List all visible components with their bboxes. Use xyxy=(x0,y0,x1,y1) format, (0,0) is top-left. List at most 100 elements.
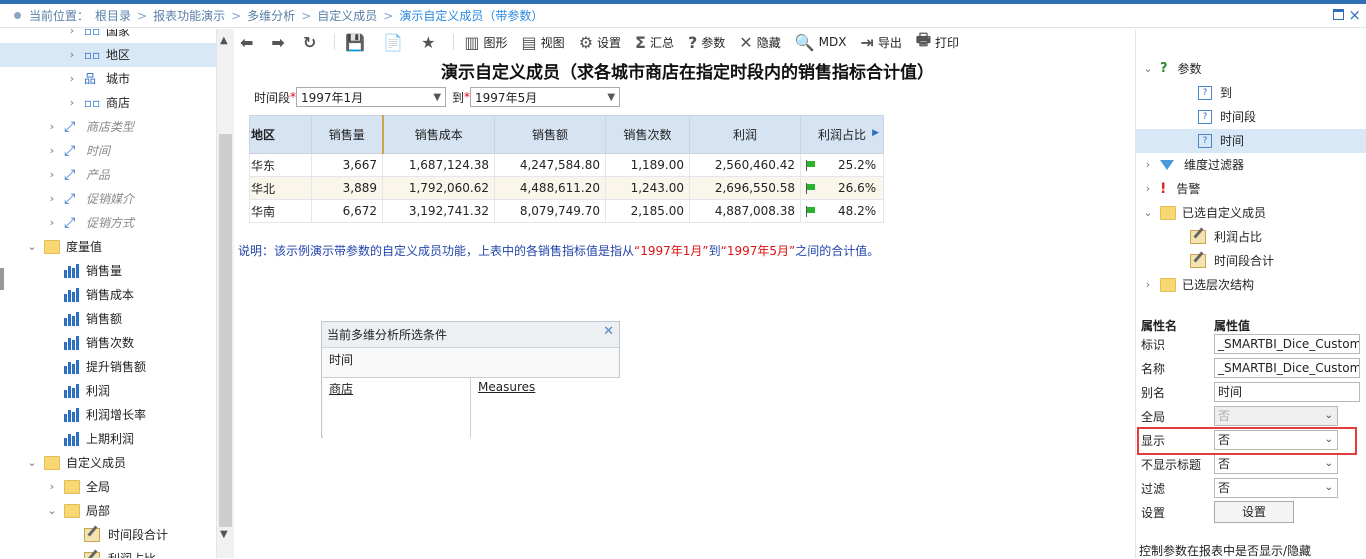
tree-item[interactable]: › ⤢ 商店类型 xyxy=(0,115,216,139)
tree-item[interactable]: 时间段合计 xyxy=(0,523,216,547)
tree-item[interactable]: ⌄ 已选自定义成员 xyxy=(1136,201,1366,225)
tree-item[interactable]: › ⤢ 促销方式 xyxy=(0,211,216,235)
chevron-down-icon[interactable]: ⌄ xyxy=(46,499,58,523)
table-cell-area[interactable]: 华东 xyxy=(249,153,312,177)
tree-item[interactable]: ⌄ 自定义成员 xyxy=(0,451,216,475)
scroll-thumb[interactable] xyxy=(219,134,232,527)
col-header-qty[interactable]: 销售量 xyxy=(311,115,383,154)
toolbar-button[interactable]: ▤ 视图 xyxy=(522,33,565,52)
property-input[interactable]: _SMARTBI_Dice_Custom xyxy=(1214,358,1360,378)
close-icon[interactable]: × xyxy=(1348,6,1361,24)
tree-item[interactable]: 提升销售额 xyxy=(0,355,216,379)
chevron-right-icon[interactable]: › xyxy=(46,187,58,211)
chevron-right-icon[interactable]: › xyxy=(1142,177,1154,201)
tree-item[interactable]: ⌄ 度量值 xyxy=(0,235,216,259)
toolbar-button[interactable]: ⇥ 导出 xyxy=(860,33,901,52)
tree-item[interactable]: 上期利润 xyxy=(0,427,216,451)
tree-item[interactable]: › 全局 xyxy=(0,475,216,499)
table-cell-ratio: 48.2% xyxy=(800,199,884,223)
tree-item[interactable]: › 维度过滤器 xyxy=(1136,153,1366,177)
tree-item[interactable]: › ⤢ 时间 xyxy=(0,139,216,163)
tree-item[interactable]: 销售额 xyxy=(0,307,216,331)
chevron-right-icon[interactable]: › xyxy=(46,163,58,187)
col-header-profit[interactable]: 利润 xyxy=(689,115,801,154)
maximize-icon[interactable] xyxy=(1333,9,1344,20)
breadcrumb-item-custom[interactable]: 自定义成员 xyxy=(317,7,377,24)
property-select[interactable]: 否 ⌄ xyxy=(1214,454,1338,474)
chevron-right-icon[interactable]: › xyxy=(46,115,58,139)
tree-item[interactable]: 利润占比 xyxy=(1136,225,1366,249)
chevron-down-icon[interactable]: ⌄ xyxy=(1142,57,1154,81)
tree-item[interactable]: › ▫▫ 商店 xyxy=(0,91,216,115)
toolbar-button[interactable]: 📄 xyxy=(383,33,407,52)
toolbar-button[interactable]: ★ xyxy=(421,33,439,52)
tree-item[interactable]: ? 时间 xyxy=(1136,129,1366,153)
chevron-right-icon[interactable]: › xyxy=(66,43,78,67)
toolbar-button[interactable]: 💾 xyxy=(345,33,369,52)
tree-item[interactable]: › ⤢ 产品 xyxy=(0,163,216,187)
breadcrumb-item-demo[interactable]: 报表功能演示 xyxy=(153,7,225,24)
conditions-rows-link[interactable]: 商店 xyxy=(329,382,353,396)
tree-item[interactable]: ⌄? 参数 xyxy=(1136,57,1366,81)
tree-item[interactable]: ? 到 xyxy=(1136,81,1366,105)
tree-item[interactable]: ›! 告警 xyxy=(1136,177,1366,201)
chevron-down-icon[interactable]: ⌄ xyxy=(26,235,38,259)
settings-button[interactable]: 设置 xyxy=(1214,501,1294,523)
tree-item[interactable]: 时间段合计 xyxy=(1136,249,1366,273)
chevron-right-icon[interactable]: › xyxy=(46,475,58,499)
tree-item[interactable]: › 品城市 xyxy=(0,67,216,91)
toolbar-button[interactable]: ▥ 图形 xyxy=(464,33,507,52)
toolbar-button[interactable]: ⚙ 设置 xyxy=(579,33,621,52)
property-input[interactable]: 时间 xyxy=(1214,382,1360,402)
tree-item[interactable]: 销售成本 xyxy=(0,283,216,307)
chevron-right-icon[interactable]: › xyxy=(46,211,58,235)
toolbar-button[interactable]: ↻ xyxy=(303,33,320,52)
chevron-down-icon[interactable]: ⌄ xyxy=(1142,201,1154,225)
col-header-cost[interactable]: 销售成本 xyxy=(381,115,495,154)
chevron-right-icon[interactable]: › xyxy=(66,29,78,43)
col-header-sales[interactable]: 销售额 xyxy=(494,115,606,154)
chevron-right-icon[interactable]: › xyxy=(1142,153,1154,177)
breadcrumb-item-root[interactable]: 根目录 xyxy=(95,7,131,24)
conditions-columns-link[interactable]: Measures xyxy=(478,380,535,394)
tree-item[interactable]: › ▫▫ 国家 xyxy=(0,29,216,43)
toolbar-button[interactable]: ✕ 隐藏 xyxy=(739,33,780,52)
property-select[interactable]: 否 ⌄ xyxy=(1214,478,1338,498)
toolbar-button[interactable]: ⬅ xyxy=(240,33,257,52)
tree-item[interactable]: 利润占比 xyxy=(0,547,216,558)
tree-item[interactable]: ⌄ 局部 xyxy=(0,499,216,523)
tree-item[interactable]: ? 时间段 xyxy=(1136,105,1366,129)
toolbar-button[interactable]: 🔍 MDX xyxy=(795,33,847,52)
table-cell-area[interactable]: 华南 xyxy=(249,199,312,223)
toolbar-button[interactable]: ? 参数 xyxy=(688,33,725,52)
tree-item[interactable]: 利润增长率 xyxy=(0,403,216,427)
chevron-down-icon[interactable]: ⌄ xyxy=(26,451,38,475)
tree-item[interactable]: 销售量 xyxy=(0,259,216,283)
property-input[interactable]: _SMARTBI_Dice_Custom xyxy=(1214,334,1360,354)
chevron-right-icon[interactable]: › xyxy=(66,91,78,115)
panel-splitter[interactable] xyxy=(0,268,4,290)
scroll-up-icon[interactable]: ▲ xyxy=(220,35,228,46)
chevron-right-icon[interactable]: › xyxy=(1142,273,1154,297)
chevron-right-icon[interactable]: › xyxy=(66,67,78,91)
scroll-down-icon[interactable]: ▼ xyxy=(220,529,228,540)
toolbar-button[interactable]: Σ 汇总 xyxy=(635,33,674,52)
expand-arrow-icon[interactable]: ▶ xyxy=(872,128,879,138)
period-start-select[interactable]: 1997年1月 ▼ xyxy=(296,87,447,107)
toolbar-button[interactable]: ➡ xyxy=(271,33,288,52)
tree-item[interactable]: › 已选层次结构 xyxy=(1136,273,1366,297)
close-icon[interactable]: ✕ xyxy=(603,324,614,339)
col-header-count[interactable]: 销售次数 xyxy=(605,115,690,154)
tree-scrollbar[interactable]: ▲ ▼ xyxy=(217,29,234,558)
tree-item[interactable]: 销售次数 xyxy=(0,331,216,355)
tree-item[interactable]: › ⤢ 促销媒介 xyxy=(0,187,216,211)
table-cell-area[interactable]: 华北 xyxy=(249,176,312,200)
period-end-select[interactable]: 1997年5月 ▼ xyxy=(470,87,621,107)
breadcrumb-item-olap[interactable]: 多维分析 xyxy=(247,7,295,24)
toolbar-button[interactable]: 🖶 打印 xyxy=(916,29,959,56)
chevron-right-icon[interactable]: › xyxy=(46,139,58,163)
tree-item[interactable]: › ▫▫ 地区 xyxy=(0,43,216,67)
col-header-ratio[interactable]: 利润占比 ▶ xyxy=(800,115,884,154)
col-header-area[interactable]: 地区 xyxy=(249,115,312,154)
tree-item[interactable]: 利润 xyxy=(0,379,216,403)
